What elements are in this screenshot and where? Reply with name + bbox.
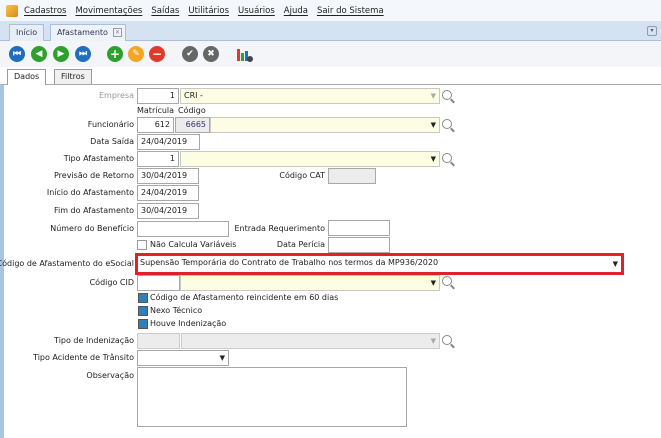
dropdown-arrow-icon: ▼ [430, 337, 436, 345]
inicio-afastamento-label: Início do Afastamento [46, 188, 134, 197]
numero-beneficio-label: Número do Benefício [50, 224, 134, 233]
add-icon[interactable]: + [107, 46, 123, 62]
fim-afastamento-label: Fim do Afastamento [53, 206, 134, 215]
tipo-indenizacao-code [137, 333, 180, 349]
delete-icon[interactable]: − [149, 46, 165, 62]
close-tab-icon[interactable]: ✕ [113, 28, 122, 37]
dropdown-arrow-icon[interactable]: ▼ [613, 260, 618, 268]
menu-cadastros[interactable]: Cadastros [24, 6, 66, 16]
codigo-cat-input [328, 168, 376, 184]
data-pericia-input[interactable] [328, 237, 390, 253]
document-tabs: Início Afastamento ✕ ▾ [0, 21, 661, 41]
nexo-tecnico-checkbox[interactable] [138, 306, 148, 316]
tipo-acidente-label: Tipo Acidente de Trânsito [33, 353, 134, 362]
reincidente-checkbox[interactable] [138, 293, 148, 303]
dropdown-arrow-icon[interactable]: ▼ [431, 279, 436, 287]
menu-sair[interactable]: Sair do Sistema [317, 6, 384, 16]
cancel-icon[interactable]: ✖ [203, 46, 219, 62]
confirm-icon[interactable]: ✔ [182, 46, 198, 62]
tab-filtros[interactable]: Filtros [54, 69, 92, 84]
codigo-cid-input[interactable] [137, 275, 180, 291]
data-saida-input[interactable]: 24/04/2019 [137, 134, 200, 150]
tab-afastamento[interactable]: Afastamento ✕ [50, 24, 126, 41]
search-icon[interactable] [442, 119, 452, 129]
houve-indenizacao-checkbox[interactable] [138, 319, 148, 329]
funcionario-label: Funcionário [87, 120, 134, 129]
search-icon[interactable] [442, 153, 452, 163]
edit-icon[interactable]: ✎ [128, 46, 144, 62]
empresa-name: CRI - [184, 91, 203, 100]
tab-dados[interactable]: Dados [7, 69, 47, 85]
fim-afastamento-input[interactable]: 30/04/2019 [137, 203, 199, 219]
observacao-label: Observação [86, 371, 134, 380]
observacao-textarea[interactable] [137, 367, 407, 427]
app-logo-icon [6, 4, 18, 17]
menu-movimentacoes[interactable]: Movimentações [75, 6, 142, 16]
empresa-label: Empresa [98, 91, 134, 100]
houve-indenizacao-label: Houve Indenização [150, 319, 227, 328]
tipo-afastamento-label: Tipo Afastamento [63, 154, 134, 163]
dropdown-arrow-icon[interactable]: ▼ [431, 121, 436, 129]
first-record-icon[interactable]: ⏮ [9, 46, 25, 62]
codigo-esocial-value: Supensão Temporária do Contrato de Traba… [140, 258, 439, 267]
search-icon[interactable] [442, 276, 452, 286]
codigo-input: 6665 [175, 117, 210, 133]
codigo-cat-label: Código CAT [279, 171, 325, 180]
search-icon[interactable] [442, 90, 452, 100]
codigo-header: Código [178, 106, 206, 115]
next-record-icon[interactable]: ▶ [53, 46, 69, 62]
toolbar: ⏮ ◀ ▶ ⏭ + ✎ − ✔ ✖ [0, 41, 661, 67]
dropdown-arrow-icon[interactable]: ▼ [431, 92, 436, 100]
tipo-afastamento-code-input[interactable]: 1 [137, 151, 179, 167]
menu-saidas[interactable]: Saídas [151, 6, 179, 16]
menu-usuarios[interactable]: Usuários [238, 6, 275, 16]
search-icon[interactable] [442, 335, 452, 345]
menu-ajuda[interactable]: Ajuda [284, 6, 308, 16]
inicio-afastamento-input[interactable]: 24/04/2019 [137, 185, 199, 201]
empresa-name-select[interactable]: CRI - ▼ [180, 88, 440, 104]
dropdown-arrow-icon[interactable]: ▼ [431, 155, 436, 163]
report-chart-icon[interactable] [236, 47, 253, 62]
tipo-afastamento-select[interactable]: ▼ [180, 151, 440, 167]
codigo-cid-select[interactable]: ▼ [180, 275, 440, 291]
codigo-esocial-select[interactable]: Supensão Temporária do Contrato de Traba… [140, 258, 620, 271]
previous-record-icon[interactable]: ◀ [31, 46, 47, 62]
tab-list-chevron-icon[interactable]: ▾ [647, 26, 657, 36]
previsao-retorno-label: Previsão de Retorno [54, 171, 134, 180]
data-pericia-label: Data Perícia [276, 240, 325, 249]
tipo-indenizacao-label: Tipo de Indenização [54, 336, 134, 345]
menu-utilitarios[interactable]: Utilitários [188, 6, 229, 16]
nexo-tecnico-label: Nexo Técnico [150, 306, 203, 315]
menu-bar: Cadastros Movimentações Saídas Utilitári… [0, 0, 661, 21]
codigo-cid-label: Código CID [89, 278, 134, 287]
dropdown-arrow-icon[interactable]: ▼ [220, 354, 225, 362]
codigo-esocial-label: Código de Afastamento do eSocial [0, 259, 134, 268]
tab-afastamento-label: Afastamento [57, 28, 108, 37]
tab-inicio[interactable]: Início [9, 24, 45, 41]
tipo-acidente-select[interactable]: ▼ [137, 350, 229, 366]
last-record-icon[interactable]: ⏭ [75, 46, 91, 62]
matricula-header: Matrícula [137, 106, 175, 115]
entrada-requerimento-input[interactable] [328, 220, 390, 236]
matricula-input[interactable]: 612 [137, 117, 174, 133]
tipo-indenizacao-select: ▼ [181, 333, 440, 349]
funcionario-name-select[interactable]: ▼ [210, 117, 440, 133]
empresa-code-input[interactable]: 1 [137, 88, 179, 104]
entrada-requerimento-label: Entrada Requerimento [234, 224, 326, 233]
reincidente-label: Código de Afastamento reincidente em 60 … [150, 293, 339, 302]
data-saida-label: Data Saída [90, 137, 134, 146]
